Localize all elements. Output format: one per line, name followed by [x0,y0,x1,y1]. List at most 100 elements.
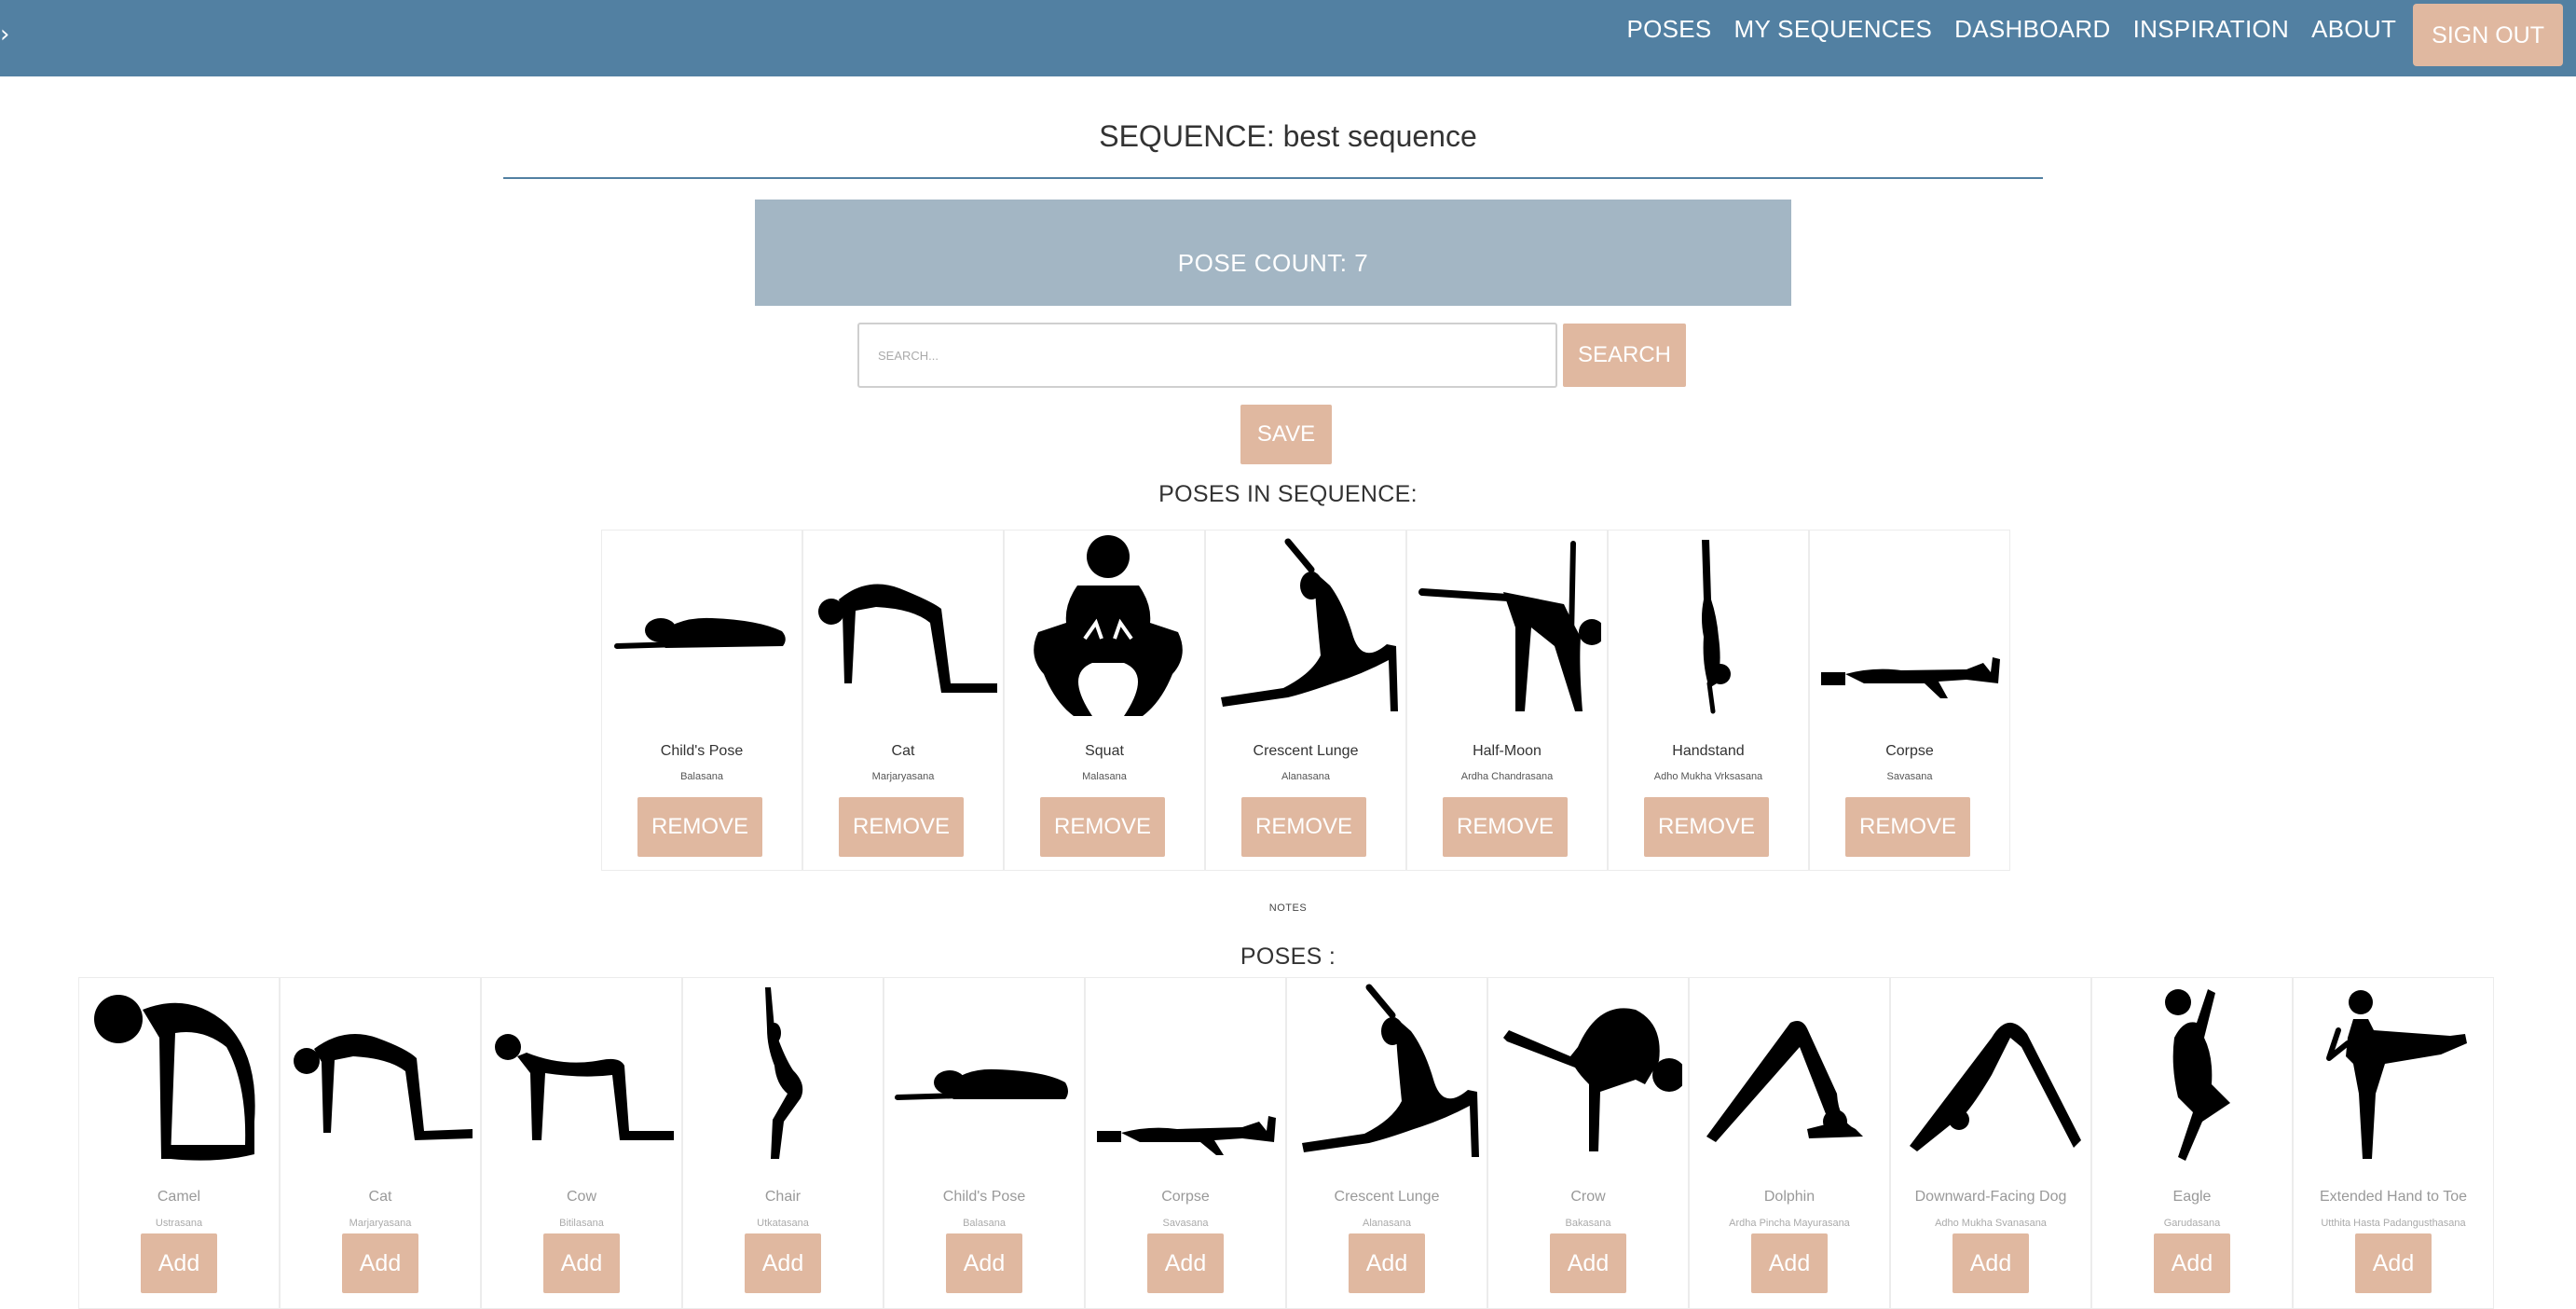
add-button[interactable]: Add [1147,1233,1224,1293]
add-button[interactable]: Add [946,1233,1022,1293]
pose-name: Cat [891,743,915,759]
pose-name: Child's Pose [660,743,744,759]
pose-name: Downward-Facing Dog [1914,1189,2067,1205]
eagle-pose-icon [2165,989,2230,1161]
pose-name: Cat [368,1189,392,1205]
notes-label[interactable]: NOTES [0,903,2576,914]
childs-pose-icon [895,1068,1068,1100]
pose-sanskrit: Savasana [1162,1218,1209,1229]
pose-sanskrit: Marjaryasana [871,771,935,782]
pose-name: Handstand [1672,743,1745,759]
crescent-lunge-icon [1221,538,1398,711]
pose-sanskrit: Garudasana [2163,1218,2221,1229]
corpse-pose-icon [1821,657,2000,698]
sequence-pose-card: Half-Moon Ardha Chandrasana REMOVE [1406,530,1608,871]
pose-name: Camel [157,1189,201,1205]
sequence-pose-card: Squat Malasana REMOVE [1004,530,1205,871]
pose-sanskrit: Ustrasana [155,1218,203,1229]
remove-button[interactable]: REMOVE [1241,797,1366,857]
add-button[interactable]: Add [141,1233,217,1293]
pose-name: Crow [1570,1189,1606,1205]
add-button[interactable]: Add [1349,1233,1425,1293]
remove-button[interactable]: REMOVE [1644,797,1769,857]
camel-pose-icon [94,995,255,1161]
downward-dog-icon [1910,1022,2081,1151]
pose-sanskrit: Adho Mukha Vrksasana [1653,771,1763,782]
pose-sanskrit: Savasana [1886,771,1933,782]
crescent-lunge-icon [1302,984,1479,1157]
nav-link-inspiration[interactable]: INSPIRATION [2122,0,2301,44]
pose-sanskrit: Utkatasana [757,1218,809,1229]
nav-toggle-icon[interactable]: › [0,21,9,48]
sequence-pose-card: Cat Marjaryasana REMOVE [802,530,1004,871]
pose-sanskrit: Bitilasana [559,1218,604,1229]
add-button[interactable]: Add [1953,1233,2029,1293]
chair-pose-icon [765,987,803,1159]
half-moon-icon [1418,541,1601,711]
pose-sanskrit: Ardha Pincha Mayurasana [1729,1218,1850,1229]
pose-name: Eagle [2172,1189,2212,1205]
add-button[interactable]: Add [543,1233,620,1293]
remove-button[interactable]: REMOVE [1443,797,1568,857]
pose-sanskrit: Ardha Chandrasana [1460,771,1554,782]
sequence-pose-card: Corpse Savasana REMOVE [1809,530,2010,871]
library-poses-heading: POSES : [1240,944,1336,970]
library-pose-card: Dolphin Ardha Pincha Mayurasana Add [1689,977,1890,1309]
pose-sanskrit: Adho Mukha Svanasana [1935,1218,2047,1229]
add-button[interactable]: Add [2355,1233,2432,1293]
pose-name: Chair [764,1189,802,1205]
pose-sanskrit: Marjaryasana [349,1218,412,1229]
squat-pose-icon [1034,535,1183,716]
handstand-icon [1702,540,1731,714]
pose-name: Crescent Lunge [1334,1189,1440,1205]
sequence-pose-card: Handstand Adho Mukha Vrksasana REMOVE [1608,530,1809,871]
pose-library-list: Camel Ustrasana Add Cat Marjaryasana Add… [78,977,2494,1309]
pose-sanskrit: Balasana [963,1218,1006,1229]
library-pose-card: Extended Hand to Toe Utthita Hasta Padan… [2293,977,2494,1309]
extended-hand-to-toe-icon [2326,990,2467,1159]
add-button[interactable]: Add [2154,1233,2230,1293]
add-button[interactable]: Add [1751,1233,1828,1293]
library-pose-card: Chair Utkatasana Add [682,977,884,1309]
library-pose-card: Corpse Savasana Add [1085,977,1286,1309]
cat-pose-icon [294,1034,473,1140]
nav-link-my-sequences[interactable]: MY SEQUENCES [1723,0,1944,44]
pose-name: Squat [1085,743,1124,759]
search-button[interactable]: SEARCH [1563,324,1686,387]
nav-link-dashboard[interactable]: DASHBOARD [1943,0,2121,44]
pose-count-text: POSE COUNT: 7 [1177,248,1369,277]
pose-name: Dolphin [1763,1189,1816,1205]
cat-pose-icon [818,584,997,693]
search-input[interactable] [857,323,1557,388]
remove-button[interactable]: REMOVE [1845,797,1970,857]
nav-link-poses[interactable]: POSES [1615,0,1722,44]
library-pose-card: Child's Pose Balasana Add [884,977,1085,1309]
pose-name: Child's Pose [942,1189,1026,1205]
dolphin-pose-icon [1706,1021,1863,1142]
add-button[interactable]: Add [1550,1233,1626,1293]
pose-name: Cow [566,1189,596,1205]
sign-out-button[interactable]: SIGN OUT [2413,4,2563,66]
add-button[interactable]: Add [745,1233,821,1293]
pose-sanskrit: Balasana [680,771,723,782]
library-pose-card: Eagle Garudasana Add [2091,977,2293,1309]
remove-button[interactable]: REMOVE [1040,797,1165,857]
library-pose-card: Downward-Facing Dog Adho Mukha Svanasana… [1890,977,2091,1309]
remove-button[interactable]: REMOVE [637,797,762,857]
pose-sanskrit: Malasana [1082,771,1127,782]
pose-name: Corpse [1885,743,1934,759]
pose-sanskrit: Utthita Hasta Padangusthasana [2321,1218,2466,1229]
library-pose-card: Cat Marjaryasana Add [280,977,481,1309]
library-pose-card: Cow Bitilasana Add [481,977,682,1309]
pose-sanskrit: Bakasana [1565,1218,1611,1229]
library-pose-card: Camel Ustrasana Add [78,977,280,1309]
save-button[interactable]: SAVE [1240,405,1332,464]
library-pose-card: Crescent Lunge Alanasana Add [1286,977,1487,1309]
nav-link-about[interactable]: ABOUT [2300,0,2407,44]
title-divider [503,177,2043,179]
sequence-pose-card: Crescent Lunge Alanasana REMOVE [1205,530,1406,871]
add-button[interactable]: Add [342,1233,418,1293]
remove-button[interactable]: REMOVE [839,797,964,857]
childs-pose-icon [614,617,786,649]
cow-pose-icon [495,1034,674,1140]
